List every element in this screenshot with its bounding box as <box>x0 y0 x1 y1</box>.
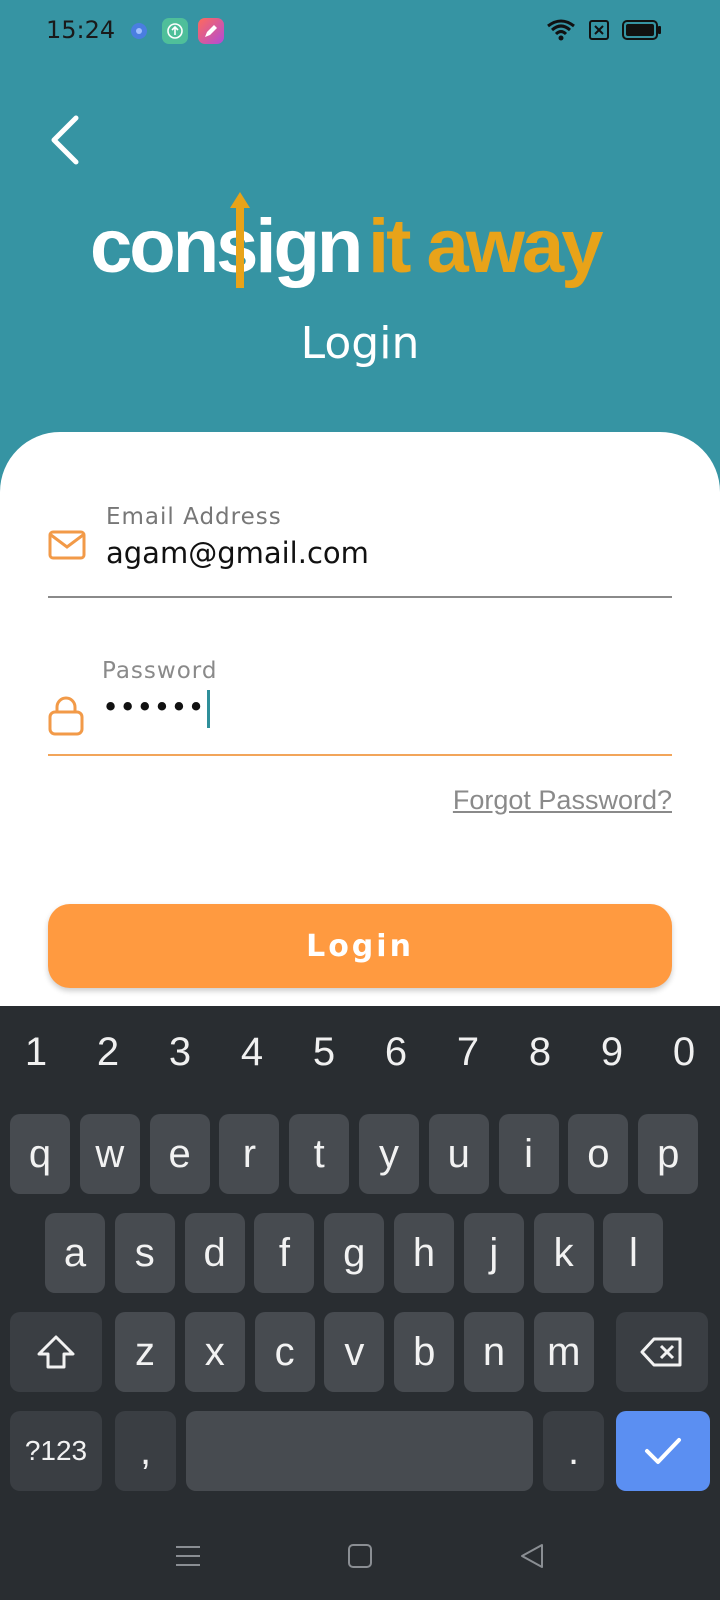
letter-key[interactable]: v <box>324 1312 385 1392</box>
letter-key[interactable]: x <box>184 1312 245 1392</box>
letter-key[interactable]: y <box>359 1114 419 1194</box>
number-key[interactable]: 2 <box>72 1030 144 1090</box>
letter-key[interactable]: k <box>533 1213 594 1293</box>
back-button[interactable] <box>40 110 88 170</box>
letter-key[interactable]: l <box>603 1213 664 1293</box>
menu-icon <box>176 1546 200 1566</box>
no-sim-icon <box>588 19 610 46</box>
menu-nav-button[interactable] <box>168 1536 208 1576</box>
forgot-password-link[interactable]: Forgot Password? <box>453 785 672 816</box>
svg-text:consign: consign <box>90 204 360 289</box>
svg-text:it away: it away <box>368 204 603 289</box>
letter-key[interactable]: t <box>289 1114 350 1194</box>
letter-key[interactable]: b <box>394 1312 455 1392</box>
number-row: 1234567890 <box>0 1030 720 1090</box>
checkmark-icon <box>645 1438 681 1464</box>
navigation-bar <box>0 1516 720 1600</box>
letter-key[interactable]: u <box>428 1114 489 1194</box>
upload-app-icon <box>162 18 188 44</box>
password-dots: •••••• <box>102 690 205 724</box>
done-key[interactable] <box>616 1411 710 1491</box>
number-key[interactable]: 5 <box>288 1030 360 1090</box>
backspace-key[interactable] <box>616 1312 708 1392</box>
page-title: Login <box>300 318 420 369</box>
letter-key[interactable]: o <box>568 1114 629 1194</box>
comma-key[interactable]: , <box>115 1411 176 1491</box>
letter-key[interactable]: h <box>394 1213 454 1293</box>
letter-key[interactable]: r <box>219 1114 280 1194</box>
email-input[interactable]: agam@gmail.com <box>106 536 369 570</box>
number-key[interactable]: 3 <box>144 1030 216 1090</box>
number-key[interactable]: 6 <box>360 1030 432 1090</box>
back-triangle-icon <box>521 1544 543 1568</box>
letter-key[interactable]: e <box>149 1114 210 1194</box>
soft-keyboard: 1234567890 qwertyuiop asdfghjkl zxcvbnm ?1… <box>0 1006 720 1600</box>
letter-key[interactable]: f <box>254 1213 315 1293</box>
status-bar: 15:24 <box>0 0 720 64</box>
letter-key[interactable]: w <box>79 1114 140 1194</box>
pen-app-icon <box>198 18 224 44</box>
letter-key[interactable]: s <box>114 1213 175 1293</box>
symbols-key[interactable]: ?123 <box>10 1411 102 1491</box>
email-field[interactable]: Email Address agam@gmail.com <box>48 500 672 598</box>
letter-key[interactable]: m <box>533 1312 594 1392</box>
letter-key[interactable]: c <box>254 1312 315 1392</box>
letter-key[interactable]: n <box>464 1312 524 1392</box>
letter-key[interactable]: g <box>324 1213 385 1293</box>
header: 15:24 consign it away Login <box>0 0 720 470</box>
number-key[interactable]: 0 <box>648 1030 720 1090</box>
battery-icon <box>622 19 662 46</box>
password-input[interactable]: •••••• <box>102 690 210 728</box>
password-field[interactable]: Password •••••• <box>48 656 672 756</box>
letter-key[interactable]: p <box>638 1114 699 1194</box>
status-time: 15:24 <box>46 16 116 44</box>
letter-key[interactable]: a <box>45 1213 105 1293</box>
back-nav-button[interactable] <box>512 1536 552 1576</box>
number-key[interactable]: 8 <box>504 1030 576 1090</box>
number-key[interactable]: 9 <box>576 1030 648 1090</box>
period-key[interactable]: . <box>543 1411 604 1491</box>
letter-key[interactable]: j <box>463 1213 524 1293</box>
consign-it-away-logo: consign it away <box>90 192 606 289</box>
letter-key[interactable]: d <box>184 1213 245 1293</box>
home-nav-button[interactable] <box>340 1536 380 1576</box>
letter-key[interactable]: q <box>10 1114 70 1194</box>
login-button[interactable]: Login <box>48 904 672 988</box>
space-key[interactable] <box>186 1411 533 1491</box>
letter-key[interactable]: z <box>115 1312 175 1392</box>
number-key[interactable]: 7 <box>432 1030 504 1090</box>
number-key[interactable]: 1 <box>0 1030 72 1090</box>
settings-app-icon <box>126 18 152 44</box>
number-key[interactable]: 4 <box>216 1030 288 1090</box>
backspace-icon <box>640 1337 682 1367</box>
email-label: Email Address <box>106 504 282 530</box>
password-label: Password <box>102 658 218 684</box>
shift-icon <box>37 1335 75 1369</box>
mail-icon <box>48 530 86 565</box>
lock-icon <box>48 696 84 741</box>
text-caret <box>206 690 210 728</box>
letter-key[interactable]: i <box>498 1114 559 1194</box>
chevron-left-icon <box>51 115 79 165</box>
home-square-icon <box>348 1544 372 1568</box>
shift-key[interactable] <box>10 1312 102 1392</box>
wifi-icon <box>546 18 576 47</box>
